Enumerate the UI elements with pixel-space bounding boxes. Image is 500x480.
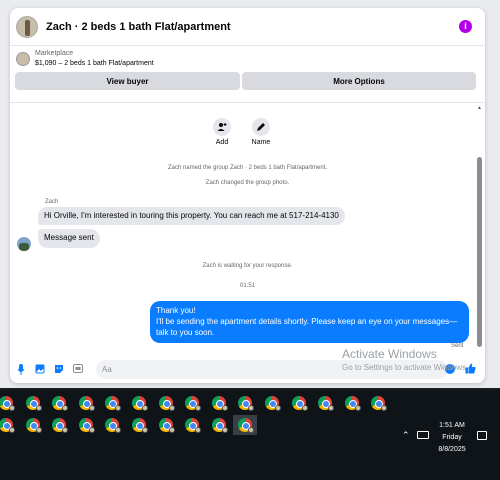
taskbar-chrome-window[interactable] [100, 393, 124, 413]
profile-badge-icon [381, 405, 388, 411]
chat-title[interactable]: Zach · 2 beds 1 bath Flat/apartment [46, 21, 231, 33]
profile-badge-icon [88, 427, 95, 433]
profile-badge-icon [62, 405, 69, 411]
profile-badge-icon [115, 405, 122, 411]
clock-date: 8/8/2025 [438, 446, 466, 453]
taskbar-chrome-window[interactable] [127, 393, 151, 413]
profile-badge-icon [168, 405, 175, 411]
clock-day: Friday [442, 434, 462, 441]
profile-badge-icon [142, 427, 148, 433]
taskbar-chrome-window[interactable] [21, 393, 45, 413]
taskbar-chrome-window[interactable] [74, 415, 98, 435]
taskbar-chrome-window[interactable] [0, 415, 18, 435]
listing-label: Marketplace [35, 50, 74, 57]
clock[interactable]: 1:51 AM Friday 8/8/2025 [432, 420, 472, 456]
profile-badge-icon [88, 405, 95, 411]
system-message-named: Zach named the group Zach · 2 beds 1 bat… [167, 165, 328, 171]
profile-badge-icon [35, 405, 42, 411]
message-input[interactable]: Aa [96, 360, 448, 379]
view-buyer-button[interactable]: View buyer [15, 72, 240, 90]
taskbar-chrome-window[interactable] [74, 393, 98, 413]
system-message-photo: Zach changed the group photo. [205, 180, 290, 186]
chat-window: Zach · 2 beds 1 bath Flat/apartment i Ma… [10, 8, 485, 383]
name-label: Name [251, 139, 271, 146]
incoming-message[interactable]: Message sent [38, 229, 100, 248]
profile-badge-icon [354, 405, 361, 411]
profile-badge-icon [168, 427, 175, 433]
taskbar-chrome-window[interactable] [0, 393, 18, 413]
taskbar-chrome-window[interactable] [21, 415, 45, 435]
profile-badge-icon [142, 405, 148, 411]
notification-icon[interactable] [477, 431, 487, 440]
taskbar-chrome-window[interactable] [100, 415, 124, 435]
message-timestamp: 01:51 [239, 283, 255, 289]
outgoing-message-line: Thank you! [156, 306, 196, 315]
emoji-icon[interactable] [445, 364, 455, 374]
profile-badge-icon [301, 405, 308, 411]
chat-header: Zach · 2 beds 1 bath Flat/apartment i [10, 8, 485, 46]
info-icon[interactable]: i [459, 20, 472, 33]
sender-name: Zach [45, 199, 59, 205]
photo-icon[interactable] [35, 364, 45, 375]
listing-thumbnail[interactable] [16, 52, 30, 66]
add-person-icon[interactable] [213, 118, 231, 136]
sender-avatar[interactable] [17, 237, 31, 251]
outgoing-message-line: I'll be sending the apartment details sh… [156, 317, 458, 337]
profile-badge-icon [115, 427, 122, 433]
profile-badge-icon [195, 405, 202, 411]
message-scrollbar[interactable]: ▲ [477, 105, 482, 360]
profile-badge-icon [248, 405, 255, 411]
taskbar-chrome-window[interactable] [207, 415, 231, 435]
listing-price-title[interactable]: $1,090 – 2 beds 1 bath Flat/apartment [35, 60, 154, 67]
profile-badge-icon [35, 427, 42, 433]
incoming-message[interactable]: Hi Orville, I'm interested in touring th… [38, 207, 345, 225]
taskbar-chrome-window[interactable] [154, 393, 178, 413]
outgoing-message[interactable]: Thank you! I'll be sending the apartment… [150, 301, 469, 343]
profile-badge-icon [328, 405, 335, 411]
taskbar-chrome-window[interactable] [233, 415, 258, 435]
taskbar-chrome-window[interactable] [287, 393, 311, 413]
gif-icon[interactable] [73, 364, 83, 375]
add-label: Add [215, 139, 229, 146]
profile-badge-icon [275, 405, 281, 411]
taskbar-chrome-window[interactable] [47, 393, 71, 413]
name-action[interactable]: Name [246, 118, 276, 146]
pencil-icon[interactable] [252, 118, 270, 136]
profile-badge-icon [9, 405, 15, 411]
group-avatar[interactable] [16, 15, 38, 38]
taskbar-chrome-window[interactable] [180, 393, 204, 413]
taskbar-chrome-window[interactable] [127, 415, 151, 435]
scroll-up-arrow-icon[interactable]: ▲ [477, 105, 482, 111]
taskbar-chrome-window[interactable] [233, 393, 257, 413]
taskbar-chrome-window[interactable] [154, 415, 178, 435]
sticker-icon[interactable] [54, 364, 64, 375]
more-options-button[interactable]: More Options [242, 72, 476, 90]
clock-time: 1:51 AM [439, 422, 465, 429]
add-action[interactable]: Add [207, 118, 237, 146]
profile-badge-icon [9, 427, 15, 433]
profile-badge-icon [221, 405, 228, 411]
taskbar-chrome-window[interactable] [366, 393, 390, 413]
sent-status: Sent [451, 343, 464, 349]
profile-badge-icon [62, 427, 69, 433]
taskbar-chrome-window[interactable] [340, 393, 364, 413]
taskbar-chrome-window[interactable] [313, 393, 337, 413]
taskbar-chrome-window[interactable] [180, 415, 204, 435]
microphone-icon[interactable] [16, 364, 26, 375]
system-message-waiting: Zach is waiting for your response. [202, 263, 293, 269]
tray-chevron-up-icon[interactable]: ⌃ [402, 430, 410, 441]
profile-badge-icon [248, 427, 255, 433]
taskbar-chrome-window[interactable] [260, 393, 284, 413]
taskbar-chrome-window[interactable] [207, 393, 231, 413]
profile-badge-icon [195, 427, 202, 433]
composer-bar: Aa [10, 355, 485, 383]
listing-bar: Marketplace $1,090 – 2 beds 1 bath Flat/… [10, 47, 485, 103]
taskbar-chrome-window[interactable] [47, 415, 71, 435]
thumbs-up-icon[interactable] [465, 363, 476, 377]
profile-badge-icon [221, 427, 228, 433]
keyboard-icon[interactable] [417, 431, 429, 439]
